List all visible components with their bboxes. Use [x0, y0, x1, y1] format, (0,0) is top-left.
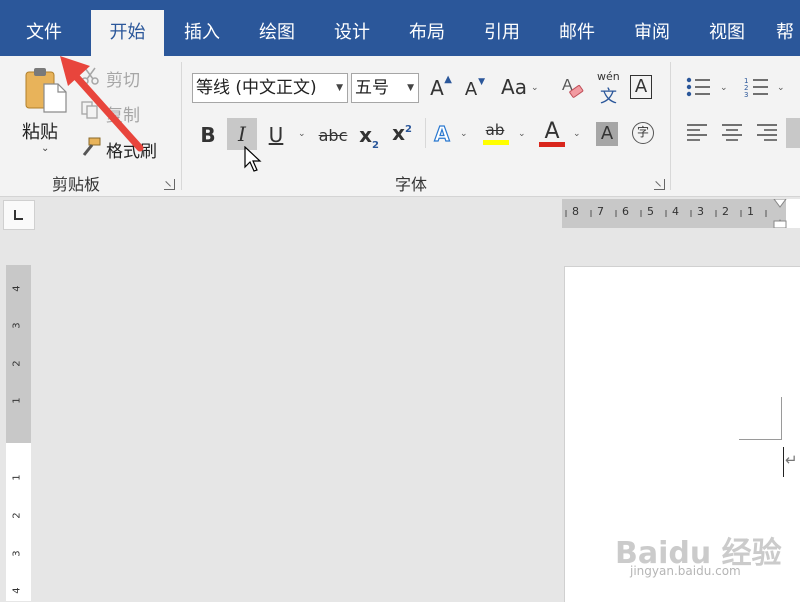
bullets-icon[interactable] [686, 76, 712, 98]
justify-button[interactable] [786, 118, 800, 148]
group-divider [670, 62, 671, 190]
svg-text:3: 3 [744, 91, 748, 98]
ruler-number: 1 [11, 397, 23, 404]
chevron-down-icon: ▼ [407, 83, 414, 93]
paragraph-mark-icon: ↵ [785, 451, 798, 469]
horizontal-ruler[interactable]: 8 7 6 5 4 3 2 1 [562, 199, 800, 228]
font-name-combo[interactable]: 等线 (中文正文) ▼ [192, 73, 348, 103]
font-group-label: 字体 [395, 175, 428, 194]
clear-formatting-icon[interactable]: A [560, 74, 586, 100]
chevron-down-icon[interactable]: ⌄ [531, 83, 539, 93]
ruler-number: 4 [11, 587, 23, 594]
vertical-ruler[interactable]: 4 3 2 1 1 2 3 4 [6, 265, 31, 601]
shrink-font-button[interactable]: A ▼ [461, 76, 485, 104]
tab-layout[interactable]: 布局 [395, 10, 459, 56]
character-border-button[interactable]: A [630, 75, 652, 99]
tab-view[interactable]: 视图 [695, 10, 759, 56]
up-caret-icon: ▲ [444, 74, 452, 85]
highlight-color-bar [483, 140, 509, 145]
tab-draw[interactable]: 绘图 [245, 10, 309, 56]
ruler-margin-area [6, 265, 31, 443]
change-case-button[interactable]: Aa [500, 73, 528, 101]
margin-corner-mark [781, 397, 782, 439]
ruler-number: 2 [11, 512, 23, 519]
text-cursor [783, 447, 784, 477]
text-effects-button[interactable]: A [431, 120, 453, 148]
red-arrow-annotation [60, 56, 144, 152]
ruler-number: 3 [11, 550, 23, 557]
clipboard-group-label: 剪贴板 [52, 175, 101, 194]
align-center-icon[interactable] [721, 123, 743, 143]
ribbon-tab-bar: 文件 开始 插入 绘图 设计 布局 引用 邮件 审阅 视图 帮 [0, 0, 800, 56]
ruler-number: 2 [11, 360, 23, 367]
underline-button[interactable]: U [265, 121, 287, 149]
superscript-button[interactable]: x2 [390, 119, 414, 152]
strikethrough-button[interactable]: abc [318, 122, 348, 150]
left-tab-icon [14, 210, 23, 220]
font-name-value: 等线 (中文正文) [196, 78, 317, 98]
ruler-number: 4 [11, 285, 23, 292]
group-divider [181, 62, 182, 190]
clipboard-dialog-launcher[interactable] [164, 179, 175, 190]
font-size-combo[interactable]: 五号 ▼ [351, 73, 419, 103]
grow-font-button[interactable]: A ▲ [426, 74, 452, 102]
down-caret-icon: ▼ [478, 77, 485, 87]
watermark-url: jingyan.baidu.com [630, 564, 741, 578]
character-shading-button[interactable]: A [596, 122, 618, 146]
tab-insert[interactable]: 插入 [170, 10, 234, 56]
phonetic-bottom-text: 文 [600, 87, 617, 107]
font-size-value: 五号 [355, 78, 389, 98]
paste-dropdown-caret[interactable]: ⌄ [41, 143, 49, 154]
margin-corner-mark [739, 439, 782, 440]
tab-design[interactable]: 设计 [320, 10, 384, 56]
chevron-down-icon[interactable]: ⌄ [573, 129, 581, 139]
chevron-down-icon[interactable]: ⌄ [720, 83, 728, 93]
mouse-pointer-icon [244, 146, 262, 172]
divider [425, 118, 426, 148]
tab-selector[interactable] [3, 200, 35, 230]
chevron-down-icon[interactable]: ⌄ [460, 129, 468, 139]
subscript-button[interactable]: x2 [357, 121, 381, 154]
tab-review[interactable]: 审阅 [620, 10, 684, 56]
align-left-icon[interactable] [686, 123, 708, 143]
tab-mailings[interactable]: 邮件 [545, 10, 609, 56]
chevron-down-icon[interactable]: ⌄ [298, 129, 306, 139]
tab-references[interactable]: 引用 [470, 10, 534, 56]
ruler-number: 1 [11, 474, 23, 481]
font-dialog-launcher[interactable] [654, 179, 665, 190]
chevron-down-icon[interactable]: ⌄ [777, 83, 785, 93]
numbering-icon[interactable]: 1 2 3 [744, 76, 770, 98]
font-color-bar [539, 142, 565, 147]
chevron-down-icon[interactable]: ⌄ [518, 129, 526, 139]
ruler-ticks [565, 199, 800, 228]
ruler-number: 3 [11, 322, 23, 329]
enclose-characters-button[interactable]: 字 [632, 122, 654, 144]
align-right-icon[interactable] [756, 123, 778, 143]
chevron-down-icon: ▼ [336, 83, 343, 93]
tab-help[interactable]: 帮 [776, 10, 800, 56]
bold-button[interactable]: B [197, 121, 219, 149]
